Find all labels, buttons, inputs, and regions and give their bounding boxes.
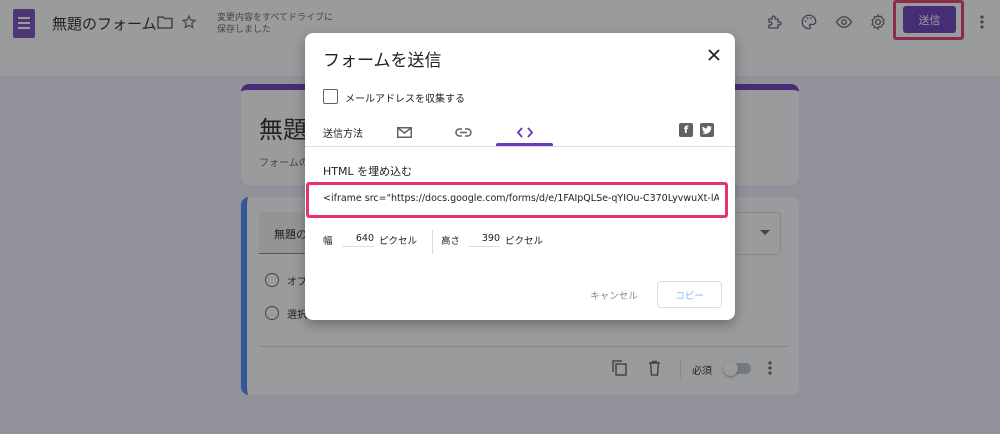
width-input[interactable]: 640: [342, 233, 374, 247]
code-brackets-icon: [517, 126, 533, 138]
embed-html-heading: HTML を埋め込む: [323, 165, 413, 178]
tab-email[interactable]: [387, 119, 421, 145]
height-label: 高さ: [441, 236, 461, 247]
twitter-icon[interactable]: [700, 123, 714, 137]
dimension-separator: [432, 230, 433, 254]
embed-code-highlight: [306, 182, 728, 218]
collect-email-label: メールアドレスを収集する: [345, 94, 465, 105]
dialog-tabs-divider: [305, 146, 735, 147]
height-unit: ピクセル: [505, 236, 544, 247]
link-icon: [454, 127, 472, 137]
close-icon[interactable]: [703, 44, 725, 66]
tab-link[interactable]: [446, 119, 480, 145]
copy-button[interactable]: コピー: [657, 281, 722, 308]
send-via-label: 送信方法: [323, 129, 363, 140]
width-unit: ピクセル: [379, 236, 418, 247]
facebook-icon[interactable]: f: [679, 123, 693, 137]
height-input[interactable]: 390: [468, 233, 500, 247]
send-form-dialog: フォームを送信 メールアドレスを収集する 送信方法 f HTML を埋め込む <…: [305, 33, 735, 320]
email-icon: [396, 126, 412, 138]
dialog-title: フォームを送信: [323, 51, 442, 71]
cancel-button[interactable]: キャンセル: [581, 281, 647, 308]
width-label: 幅: [323, 236, 333, 247]
tab-embed-html[interactable]: [508, 119, 542, 145]
checkbox-icon: [323, 89, 338, 104]
